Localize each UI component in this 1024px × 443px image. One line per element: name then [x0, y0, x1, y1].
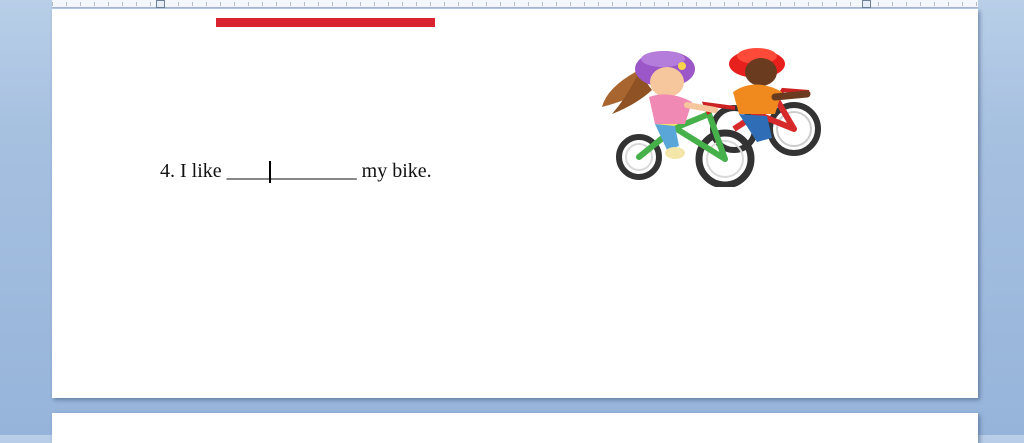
answer-blank[interactable]: _____________	[227, 160, 357, 183]
text-cursor	[268, 161, 271, 183]
sentence-start: I like	[180, 160, 222, 182]
document-page[interactable]: 4. I like _____________ my bike.	[52, 9, 978, 398]
ruler-ticks	[52, 2, 978, 6]
exercise-sentence[interactable]: 4. I like _____________ my bike.	[160, 160, 432, 183]
kids-riding-bikes-illustration[interactable]	[597, 42, 822, 187]
right-indent-marker[interactable]	[862, 0, 871, 8]
next-document-page[interactable]	[52, 413, 978, 443]
sentence-end: my bike.	[361, 160, 432, 182]
left-indent-marker[interactable]	[156, 0, 165, 8]
blank-line: _____________	[226, 160, 357, 182]
red-header-bar	[216, 18, 435, 27]
horizontal-ruler[interactable]	[52, 0, 978, 8]
question-number: 4.	[160, 160, 175, 182]
